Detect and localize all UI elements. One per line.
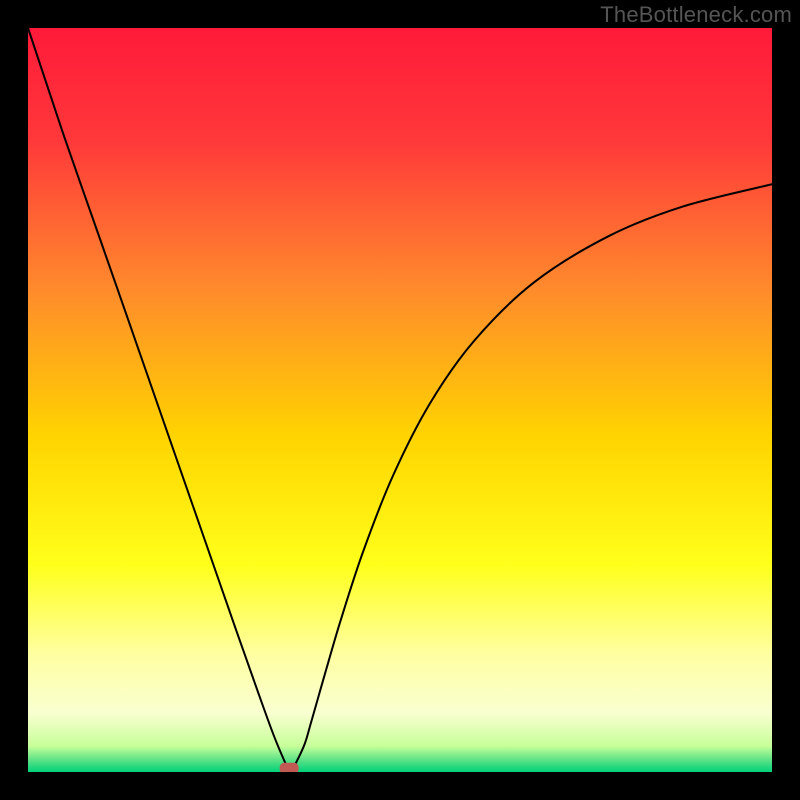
background-gradient: [28, 28, 772, 772]
chart-frame: TheBottleneck.com: [0, 0, 800, 800]
chart-svg: [28, 28, 772, 772]
optimum-marker: [280, 763, 298, 772]
watermark-text: TheBottleneck.com: [600, 2, 792, 28]
plot-area: [28, 28, 772, 772]
